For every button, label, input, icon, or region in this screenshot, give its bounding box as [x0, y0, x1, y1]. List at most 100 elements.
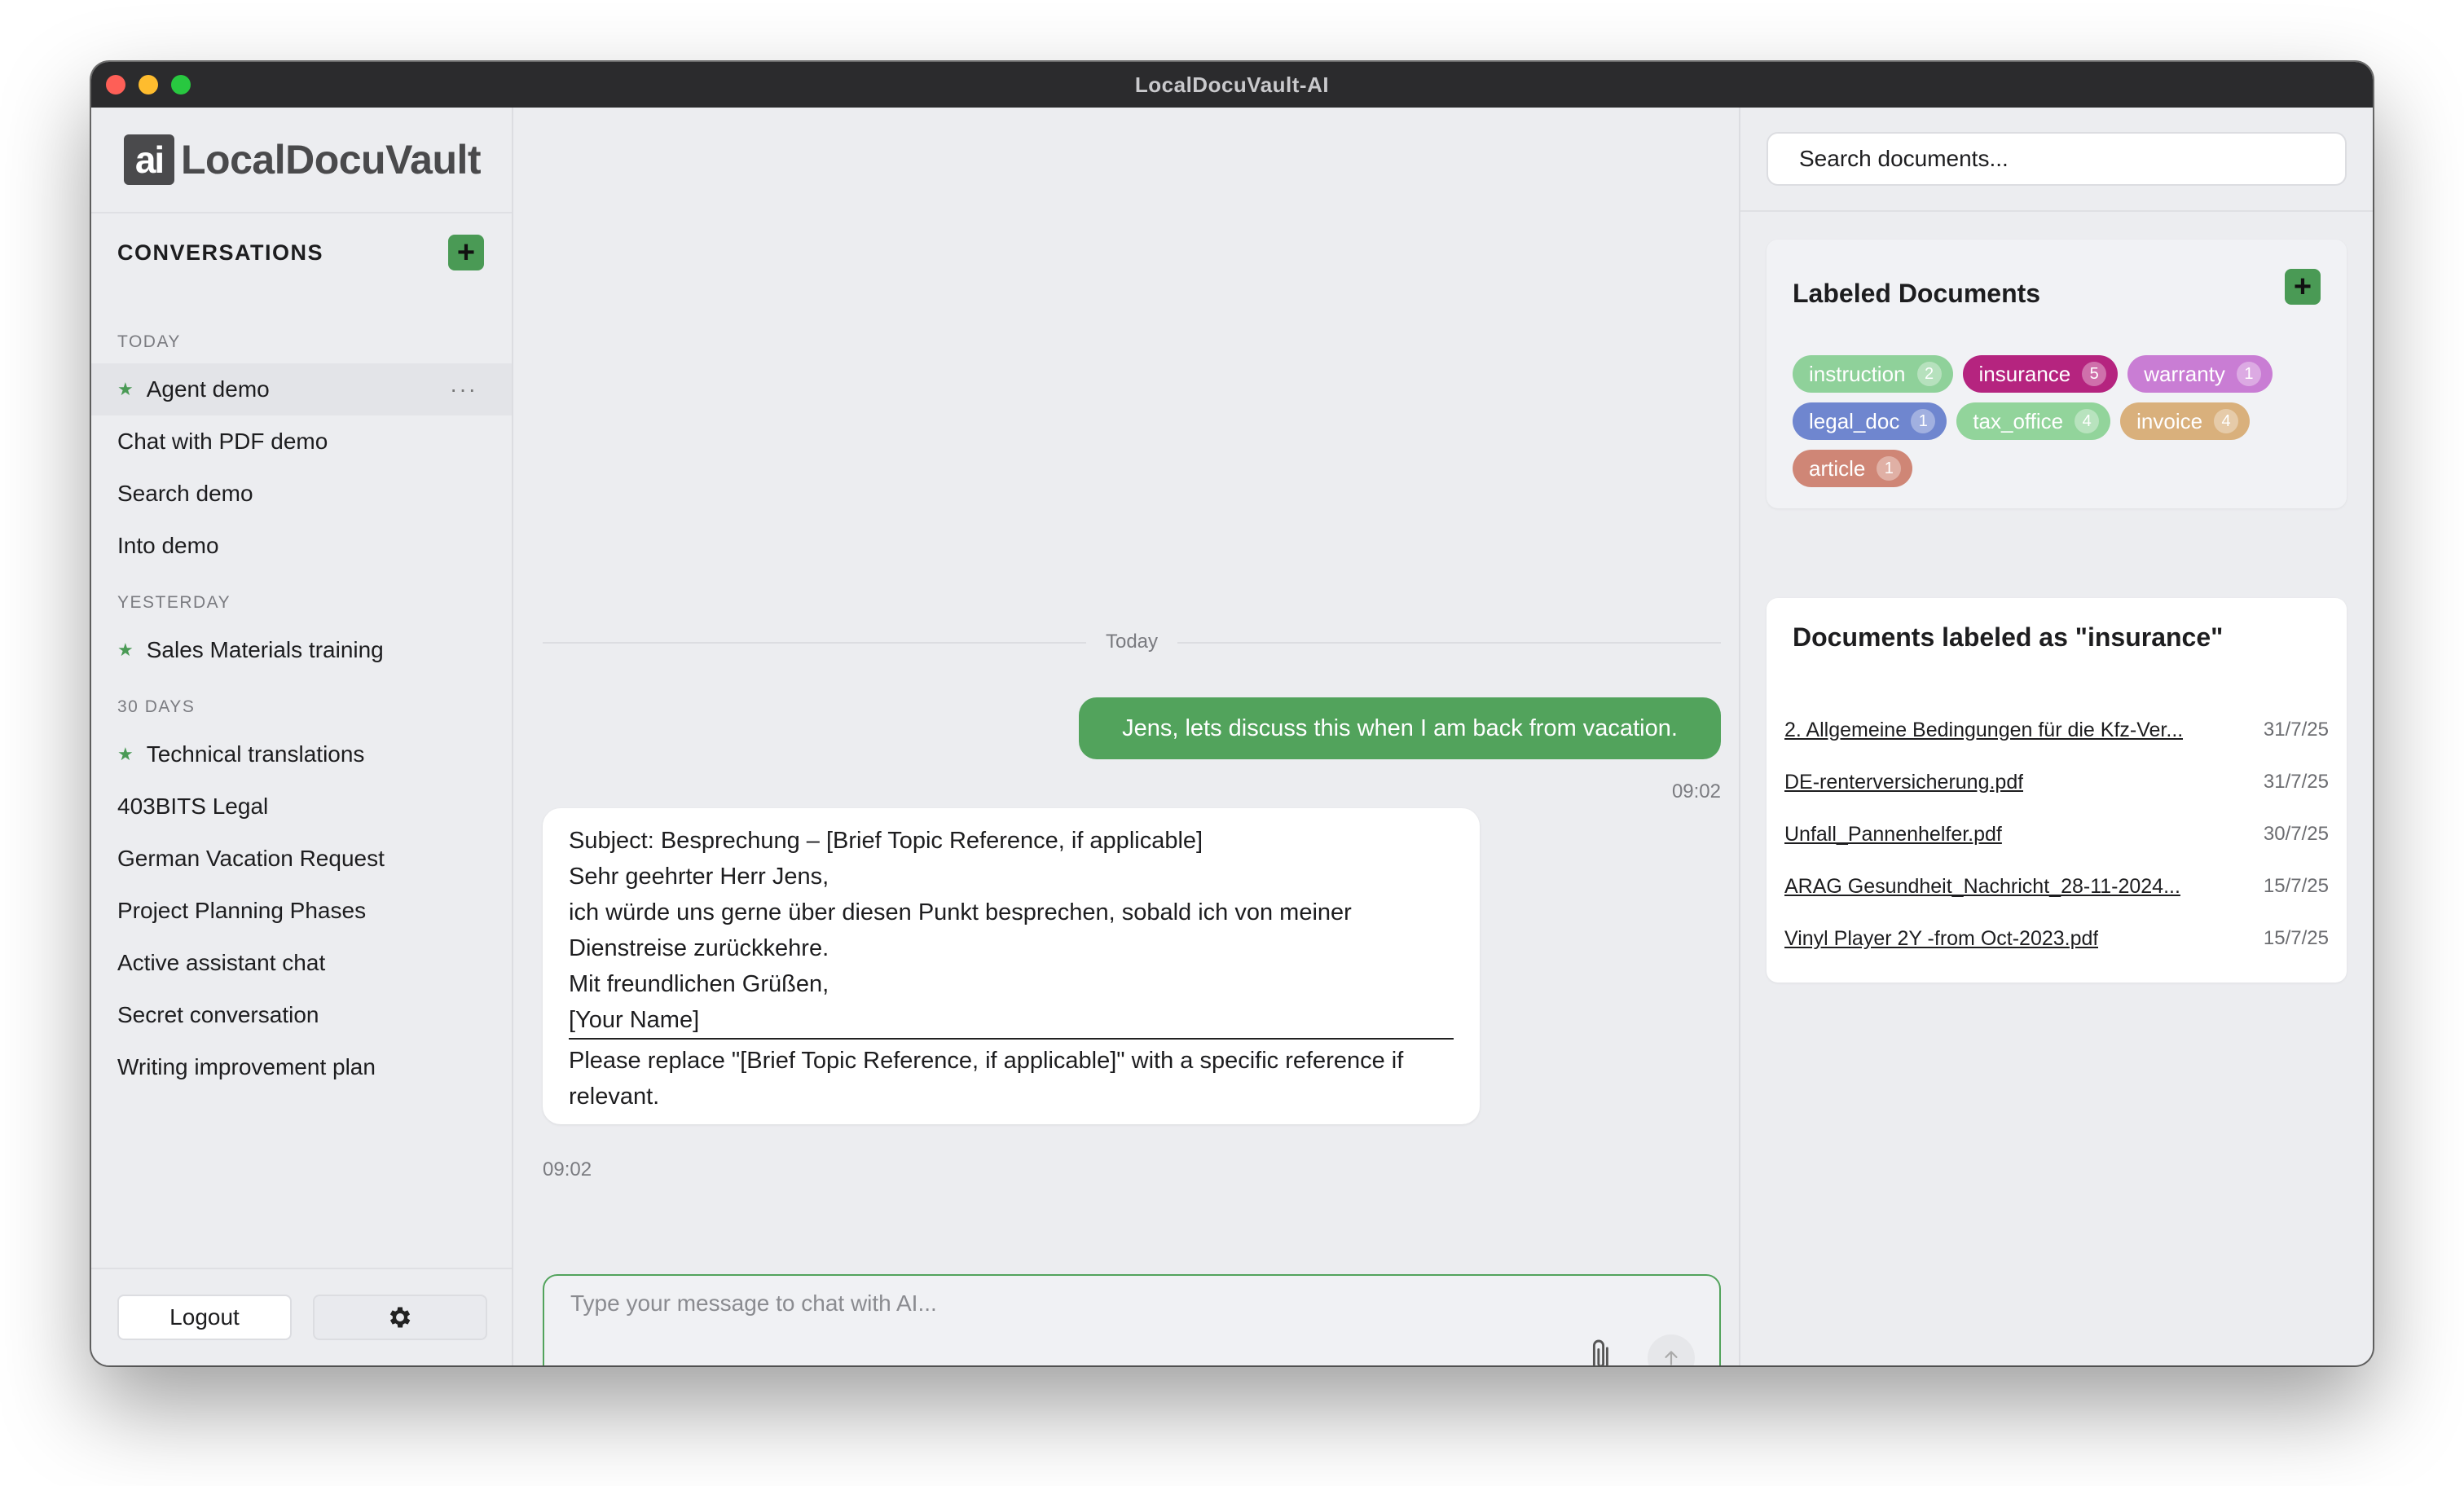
document-search-row: [1740, 108, 2373, 212]
label-tag-count: 1: [2236, 362, 2261, 386]
ai-message-body: Subject: Besprechung – [Brief Topic Refe…: [569, 823, 1454, 1002]
label-tag[interactable]: tax_office 4: [1956, 402, 2111, 440]
close-window-button[interactable]: [106, 75, 125, 95]
labeled-documents-title: Labeled Documents: [1793, 279, 2041, 308]
conversation-label: Chat with PDF demo: [117, 429, 328, 454]
label-tag[interactable]: article 1: [1793, 450, 1913, 487]
label-tag[interactable]: invoice 4: [2120, 402, 2251, 440]
label-tag[interactable]: insurance 5: [1962, 355, 2119, 393]
label-tag-name: warranty: [2144, 361, 2225, 386]
user-message-time: 09:02: [1671, 780, 1721, 802]
label-tag-count: 4: [2075, 409, 2100, 433]
conversation-label: German Vacation Request: [117, 846, 385, 871]
labeled-documents-list-card: Documents labeled as "insurance" 2. Allg…: [1767, 598, 2347, 983]
conversation-item[interactable]: Secret conversation: [91, 989, 512, 1041]
add-label-button[interactable]: +: [2285, 269, 2321, 305]
labeled-documents-card: Labeled Documents + instruction 2 insuranc…: [1767, 240, 2347, 508]
logo: ai LocalDocuVault: [91, 108, 512, 213]
label-tag-name: instruction: [1809, 361, 1906, 386]
document-link[interactable]: 2. Allgemeine Bedingungen für die Kfz-Ve…: [1784, 719, 2183, 742]
message-composer: [543, 1274, 1721, 1365]
document-date: 15/7/25: [2263, 927, 2329, 949]
conversation-label: Secret conversation: [117, 1002, 319, 1027]
conversation-item[interactable]: German Vacation Request: [91, 833, 512, 885]
app-window: LocalDocuVault-AI ai LocalDocuVault CONV…: [91, 62, 2373, 1365]
section-label: YESTERDAY: [117, 593, 231, 612]
sidebar-footer: Logout: [91, 1268, 512, 1365]
document-row: Unfall_Pannenhelfer.pdf 30/7/25: [1784, 808, 2329, 860]
label-tag-name: legal_doc: [1809, 408, 1900, 433]
chat-area: Today Jens, lets discuss this when I am …: [515, 108, 1749, 1365]
label-tag[interactable]: warranty 1: [2127, 355, 2273, 393]
logout-button[interactable]: Logout: [117, 1295, 292, 1340]
title-bar: LocalDocuVault-AI: [91, 62, 2373, 108]
conversation-item[interactable]: Writing improvement plan: [91, 1041, 512, 1093]
document-link[interactable]: Unfall_Pannenhelfer.pdf: [1784, 823, 2002, 846]
label-tag[interactable]: instruction 2: [1793, 355, 1953, 393]
conversation-item[interactable]: Active assistant chat: [91, 937, 512, 989]
documents-panel: Labeled Documents + instruction 2 insuranc…: [1739, 108, 2373, 1365]
label-tag-name: invoice: [2136, 408, 2203, 433]
ai-message-line: Subject: Besprechung – [Brief Topic Refe…: [569, 828, 1203, 854]
conversation-item[interactable]: 403BITS Legal: [91, 780, 512, 833]
ai-message-note: Please replace "[Brief Topic Reference, …: [569, 1048, 1404, 1110]
ai-message-bubble: Subject: Besprechung – [Brief Topic Refe…: [543, 808, 1480, 1124]
label-tag-count: 5: [2082, 362, 2107, 386]
paperclip-icon[interactable]: [1586, 1338, 1618, 1365]
conversation-label: Project Planning Phases: [117, 898, 367, 923]
zoom-window-button[interactable]: [171, 75, 191, 95]
conversations-header: CONVERSATIONS +: [91, 213, 512, 292]
documents-list: 2. Allgemeine Bedingungen für die Kfz-Ve…: [1784, 704, 2329, 965]
conversation-item[interactable]: ★ Agent demo ···: [91, 363, 512, 415]
conversation-item[interactable]: ★ Sales Materials training: [91, 624, 512, 676]
document-row: ARAG Gesundheit_Nachricht_28-11-2024... 1…: [1784, 860, 2329, 912]
message-input[interactable]: [544, 1276, 1719, 1365]
document-link[interactable]: ARAG Gesundheit_Nachricht_28-11-2024...: [1784, 875, 2180, 899]
new-conversation-button[interactable]: +: [448, 235, 484, 270]
day-separator: Today: [543, 629, 1721, 655]
documents-list-title: Documents labeled as "insurance": [1793, 622, 2224, 652]
conversation-item[interactable]: Chat with PDF demo: [91, 415, 512, 468]
label-tag-name: insurance: [1978, 361, 2071, 386]
more-options-icon[interactable]: ···: [450, 376, 477, 402]
section-label: 30 DAYS: [117, 697, 196, 716]
document-link[interactable]: DE-renterversicherung.pdf: [1784, 771, 2023, 794]
document-date: 30/7/25: [2263, 823, 2329, 845]
document-row: 2. Allgemeine Bedingungen für die Kfz-Ve…: [1784, 704, 2329, 756]
settings-button[interactable]: [313, 1295, 487, 1340]
conversation-item[interactable]: Project Planning Phases: [91, 885, 512, 937]
conversation-item[interactable]: Search demo: [91, 468, 512, 520]
section-label: TODAY: [117, 332, 181, 351]
conversation-label: Active assistant chat: [117, 950, 326, 975]
conversation-label: Sales Materials training: [146, 637, 384, 662]
logo-mark: ai: [124, 134, 174, 185]
document-date: 15/7/25: [2263, 875, 2329, 897]
conversation-item[interactable]: ★ Technical translations: [91, 728, 512, 780]
window-title: LocalDocuVault-AI: [1134, 72, 1330, 97]
document-date: 31/7/25: [2263, 719, 2329, 741]
document-date: 31/7/25: [2263, 771, 2329, 793]
ai-message-line: Mit freundlichen Grüßen,: [569, 971, 829, 997]
document-search-input[interactable]: [1767, 132, 2347, 186]
minimize-window-button[interactable]: [139, 75, 158, 95]
ai-message-line: Dienstreise zurückkehre.: [569, 935, 829, 961]
gear-icon: [389, 1307, 411, 1328]
document-row: DE-renterversicherung.pdf 31/7/25: [1784, 756, 2329, 808]
conversation-label: Agent demo: [146, 376, 270, 402]
conversation-item[interactable]: Into demo: [91, 520, 512, 572]
window-controls: [106, 75, 191, 95]
label-tags: instruction 2 insurance 5 warranty 1 legal_doc…: [1793, 355, 2330, 487]
label-tag-count: 2: [1916, 362, 1942, 386]
star-icon: ★: [117, 379, 134, 399]
ai-message-line: ich würde uns gerne über diesen Punkt be…: [569, 899, 1352, 925]
label-tag-name: article: [1809, 455, 1866, 481]
ai-message-signature: [Your Name]: [569, 1002, 1454, 1040]
document-link[interactable]: Vinyl Player 2Y -from Oct-2023.pdf: [1784, 927, 2098, 951]
conversation-label: Technical translations: [146, 741, 365, 767]
plus-icon: +: [456, 235, 476, 270]
logo-text: LocalDocuVault: [181, 137, 482, 182]
sidebar: ai LocalDocuVault CONVERSATIONS + TODAY ★…: [91, 108, 513, 1365]
conversation-label: 403BITS Legal: [117, 794, 269, 819]
document-row: Vinyl Player 2Y -from Oct-2023.pdf 15/7/2…: [1784, 912, 2329, 965]
label-tag[interactable]: legal_doc 1: [1793, 402, 1947, 440]
